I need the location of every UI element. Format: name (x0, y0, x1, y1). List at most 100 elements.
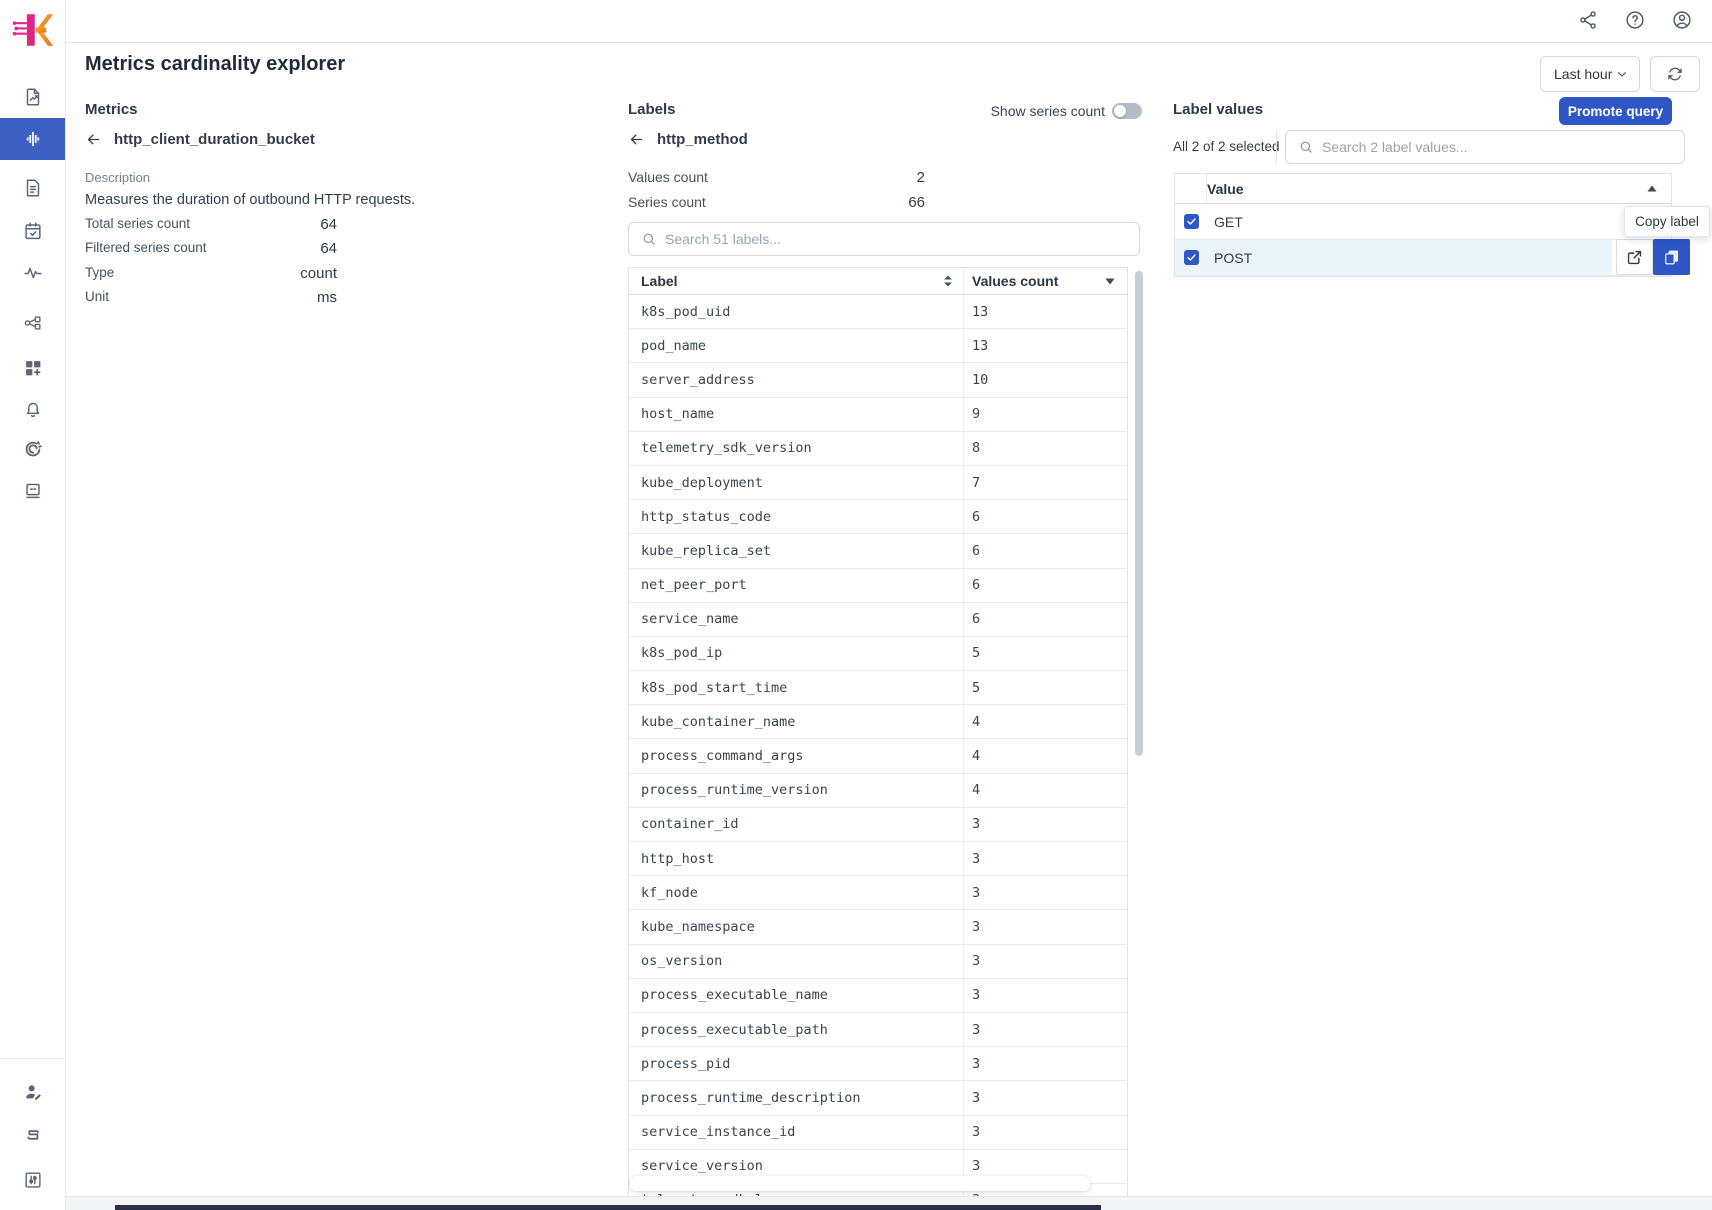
label-count-cell: 3 (963, 1081, 1127, 1114)
label-count-cell: 4 (963, 774, 1127, 807)
label-column-header[interactable]: Label (629, 273, 963, 289)
label-row[interactable]: http_host 3 (629, 842, 1127, 876)
label-row[interactable]: kube_namespace 3 (629, 910, 1127, 944)
labels-search-input[interactable] (665, 223, 1139, 255)
label-name-cell: os_version (629, 945, 963, 978)
metric-field-row: Filtered series count 64 (85, 240, 337, 257)
copy-label-button[interactable] (1653, 239, 1690, 275)
label-row[interactable]: process_runtime_version 4 (629, 774, 1127, 808)
description-label: Description (85, 170, 150, 185)
label-row[interactable]: telemetry_sdk_version 8 (629, 432, 1127, 466)
label-row[interactable]: container_id 3 (629, 808, 1127, 842)
back-arrow-icon[interactable] (85, 131, 102, 148)
label-count-cell: 3 (963, 1116, 1127, 1149)
label-name-cell: pod_name (629, 329, 963, 362)
dashboard-add-icon (22, 357, 44, 379)
sidebar-item-apm[interactable] (0, 253, 65, 293)
sidebar-item-kfuse-s[interactable] (0, 1115, 65, 1155)
promote-query-button[interactable]: Promote query (1559, 97, 1672, 125)
field-label: Unit (85, 289, 109, 306)
label-value-row-hovered[interactable]: POST (1175, 240, 1671, 276)
label-name-cell: process_runtime_version (629, 774, 963, 807)
field-label: Series count (628, 194, 706, 211)
label-row[interactable]: os_version 3 (629, 945, 1127, 979)
label-field-row: Values count 2 (628, 169, 925, 186)
label-row[interactable]: service_instance_id 3 (629, 1116, 1127, 1150)
time-range-value: Last hour (1554, 66, 1612, 82)
pulse-icon (22, 262, 44, 284)
sidebar-item-config[interactable] (0, 1160, 65, 1200)
label-row[interactable]: process_executable_name 3 (629, 979, 1127, 1013)
label-row[interactable]: http_status_code 6 (629, 500, 1127, 534)
open-in-explorer-button[interactable] (1616, 239, 1653, 275)
sidebar-item-events[interactable] (0, 211, 65, 251)
sidebar-item-fleet[interactable] (0, 470, 65, 510)
label-name-cell: kube_container_name (629, 705, 963, 738)
label-name-cell: telemetry_sdk_version (629, 432, 963, 465)
sidebar-item-alerts[interactable] (0, 389, 65, 429)
label-count-cell: 3 (963, 808, 1127, 841)
select-all-cell[interactable] (1175, 174, 1207, 203)
label-row[interactable]: k8s_pod_start_time 5 (629, 671, 1127, 705)
label-count-cell: 6 (963, 569, 1127, 602)
labels-table-scrollbar[interactable] (1135, 271, 1143, 756)
label-count-cell: 3 (963, 945, 1127, 978)
label-count-cell: 8 (963, 432, 1127, 465)
sort-icon (943, 275, 953, 287)
labels-table-body: k8s_pod_uid 13 pod_name 13 server_addres… (629, 295, 1127, 1204)
label-values-section-title: Label values (1173, 101, 1263, 118)
field-value: 64 (320, 216, 337, 233)
grafana-icon (22, 438, 44, 460)
label-row[interactable]: net_peer_port 6 (629, 569, 1127, 603)
value-column-header[interactable]: Value (1207, 181, 1244, 197)
sidebar-item-cardinality-explorer[interactable] (0, 118, 65, 160)
label-row[interactable]: service_name 6 (629, 603, 1127, 637)
label-name-cell: process_pid (629, 1047, 963, 1080)
refresh-button[interactable] (1650, 56, 1700, 92)
label-values-search-input[interactable] (1322, 131, 1684, 163)
label-count-cell: 4 (963, 705, 1127, 738)
field-value: 2 (917, 169, 925, 186)
sidebar-item-dashboards[interactable] (0, 348, 65, 388)
account-button[interactable] (1671, 9, 1695, 33)
checkbox-checked[interactable] (1184, 250, 1199, 265)
label-row[interactable]: k8s_pod_uid 13 (629, 295, 1127, 329)
label-count-cell: 5 (963, 637, 1127, 670)
label-row[interactable]: process_runtime_description 3 (629, 1081, 1127, 1115)
label-value-row[interactable]: GET (1175, 204, 1671, 240)
label-row[interactable]: kf_node 3 (629, 876, 1127, 910)
check-icon (1186, 216, 1197, 227)
label-row[interactable]: k8s_pod_ip 5 (629, 637, 1127, 671)
label-row[interactable]: server_address 10 (629, 363, 1127, 397)
label-row[interactable]: process_pid 3 (629, 1047, 1127, 1081)
label-row[interactable]: process_executable_path 3 (629, 1013, 1127, 1047)
show-series-count-label: Show series count (948, 103, 1105, 119)
sidebar-item-grafana[interactable] (0, 429, 65, 469)
field-label: Type (85, 265, 114, 282)
values-count-column-header[interactable]: Values count (963, 268, 1127, 294)
sidebar-item-service-map[interactable] (0, 303, 65, 343)
label-row[interactable]: kube_deployment 7 (629, 466, 1127, 500)
labels-table-horizontal-scrollbar[interactable] (630, 1176, 1090, 1191)
label-count-cell: 3 (963, 979, 1127, 1012)
sidebar-item-logs[interactable] (0, 168, 65, 208)
kloudfuse-logo[interactable] (12, 9, 54, 51)
help-button[interactable] (1624, 9, 1648, 33)
label-row[interactable]: process_command_args 4 (629, 739, 1127, 773)
search-icon (1298, 139, 1314, 155)
footer-dark-bar (115, 1205, 1101, 1210)
share-button[interactable] (1577, 9, 1601, 33)
sidebar-item-admin[interactable] (0, 1072, 65, 1112)
label-row[interactable]: pod_name 13 (629, 329, 1127, 363)
label-row[interactable]: kube_replica_set 6 (629, 534, 1127, 568)
time-range-select[interactable]: Last hour (1540, 56, 1640, 92)
sidebar-divider (0, 1058, 65, 1059)
label-row[interactable]: host_name 9 (629, 398, 1127, 432)
label-row[interactable]: kube_container_name 4 (629, 705, 1127, 739)
topology-icon (22, 312, 44, 334)
sidebar-item-metrics-explorer[interactable] (0, 77, 65, 117)
labels-table: Label Values count k8s_pod_uid 13 pod_na… (628, 267, 1128, 1204)
checkbox-checked[interactable] (1184, 214, 1199, 229)
show-series-count-toggle[interactable] (1112, 103, 1142, 119)
back-arrow-icon[interactable] (628, 131, 645, 148)
